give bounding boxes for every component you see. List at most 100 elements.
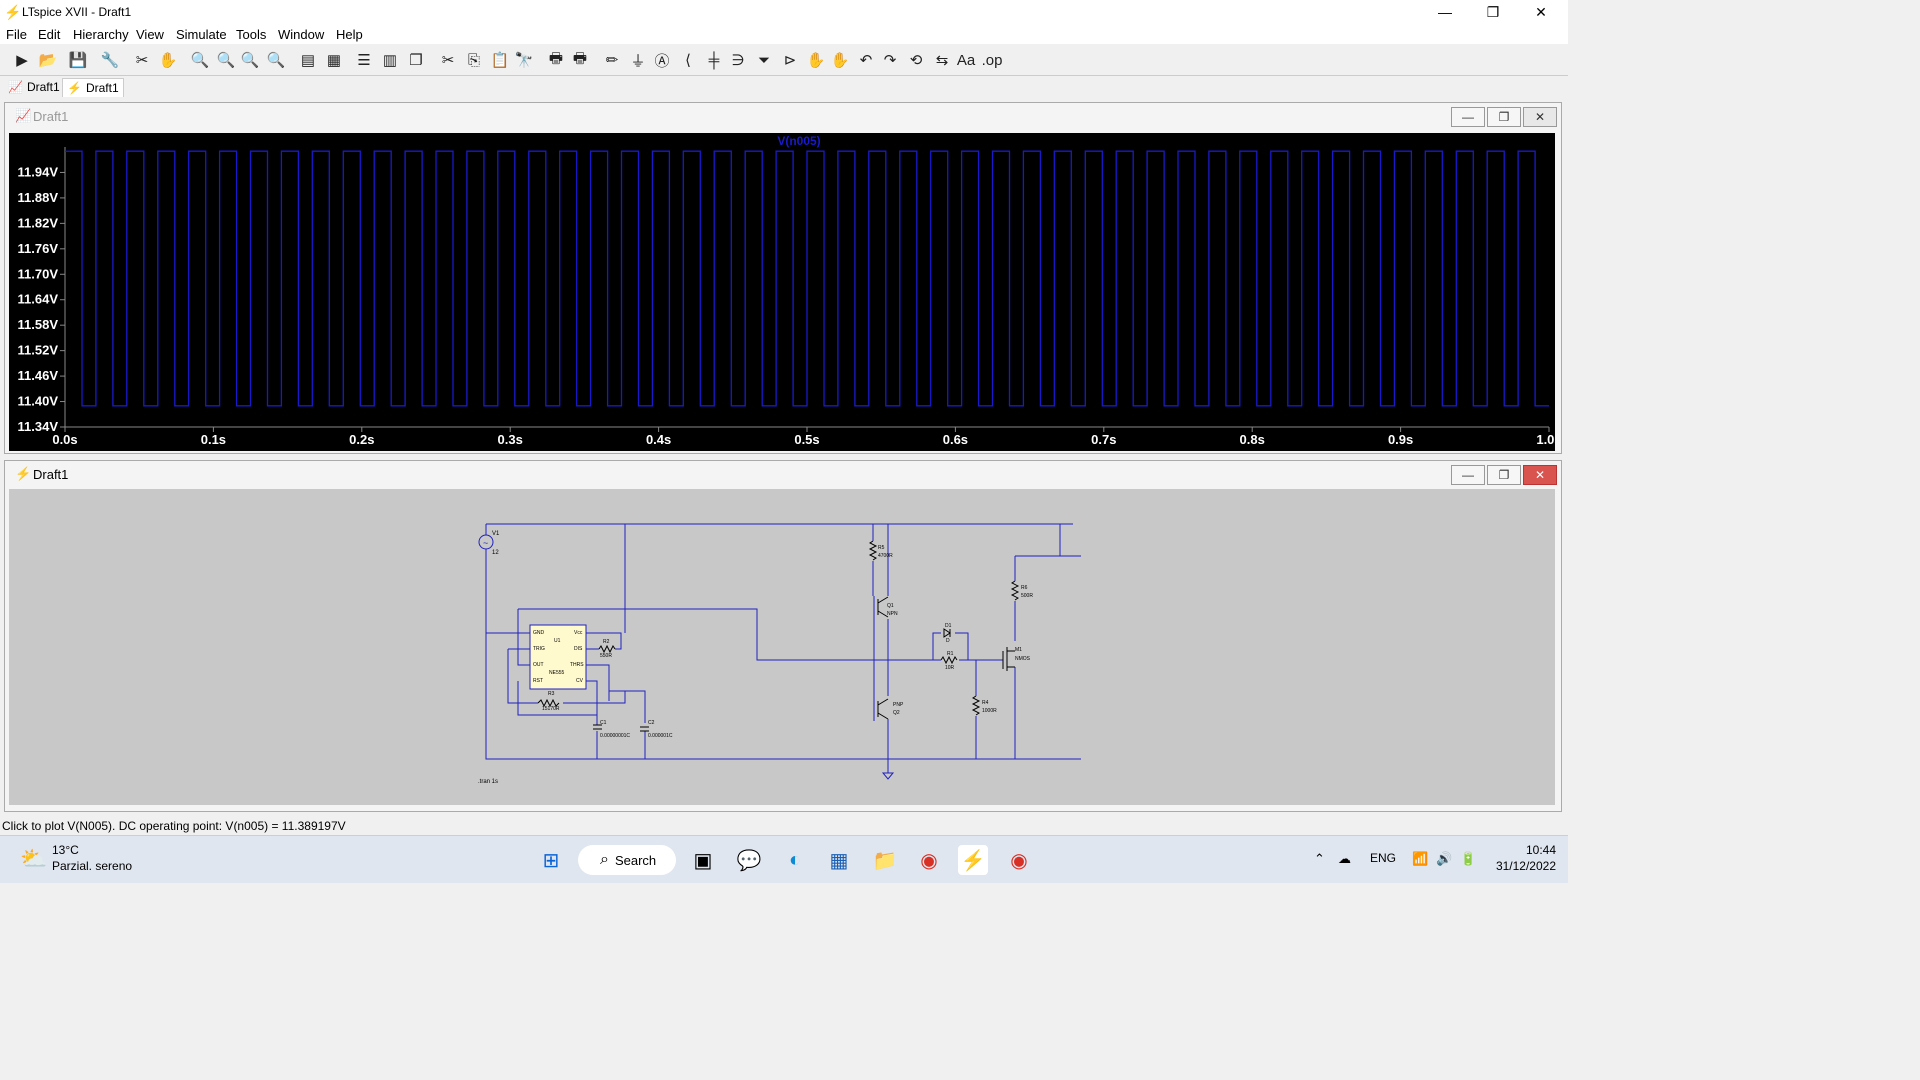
menu-simulate[interactable]: Simulate bbox=[176, 27, 227, 42]
menu-bar: File Edit Hierarchy View Simulate Tools … bbox=[0, 24, 1568, 44]
menu-edit[interactable]: Edit bbox=[38, 27, 60, 42]
resistor-r2[interactable]: R2 550R bbox=[598, 639, 616, 659]
chat-icon[interactable]: 💬 bbox=[734, 845, 764, 875]
resistor-r4[interactable]: R4 1000R bbox=[971, 695, 997, 716]
tile-horizontal-icon[interactable]: ☰ bbox=[354, 50, 374, 70]
redo-icon[interactable]: ↷ bbox=[880, 50, 900, 70]
ltspice-taskbar-icon[interactable]: ⚡ bbox=[958, 845, 988, 875]
x-tick-label: 0.5s bbox=[794, 432, 819, 447]
chrome-icon[interactable]: ◉ bbox=[914, 845, 944, 875]
drag-hand-icon[interactable]: ✋ bbox=[830, 50, 850, 70]
find-icon[interactable]: 🔭 bbox=[514, 50, 534, 70]
tab-waveform-draft1[interactable]: 📈 Draft1 bbox=[4, 78, 64, 96]
autorange-icon[interactable]: ▤ bbox=[298, 50, 318, 70]
wifi-icon[interactable]: 📶 bbox=[1412, 851, 1428, 867]
store-icon[interactable]: ▦ bbox=[824, 845, 854, 875]
print-preview-icon[interactable]: 🖶 bbox=[570, 50, 590, 70]
minimize-button[interactable]: — bbox=[1422, 0, 1468, 24]
capacitor-c1[interactable]: C1 0.00000001C bbox=[593, 720, 630, 739]
weather-desc[interactable]: Parzial. sereno bbox=[52, 859, 132, 873]
network-status-icon[interactable]: ☁ bbox=[1338, 851, 1351, 867]
draw-wire-icon[interactable]: ✏ bbox=[602, 50, 622, 70]
tile-vertical-icon[interactable]: ▥ bbox=[380, 50, 400, 70]
diode-icon[interactable]: ⏷ bbox=[754, 50, 774, 70]
trace-label[interactable]: V(n005) bbox=[777, 134, 820, 148]
paste-icon[interactable]: 📋 bbox=[490, 50, 510, 70]
close-button[interactable]: ✕ bbox=[1518, 0, 1564, 24]
grid-icon[interactable]: ▦ bbox=[324, 50, 344, 70]
resistor-r3[interactable]: R3 15170R bbox=[537, 691, 560, 712]
chrome-profile-icon[interactable]: ◉ bbox=[1004, 845, 1034, 875]
y-tick-label: 11.70V bbox=[18, 266, 59, 281]
voltage-source-v1[interactable]: ~ V1 12 bbox=[478, 531, 500, 556]
resistor-icon[interactable]: ⟨ bbox=[678, 50, 698, 70]
weather-icon[interactable]: ⛅ bbox=[20, 846, 47, 872]
control-panel-icon[interactable]: 🔧 bbox=[100, 50, 120, 70]
clock-date[interactable]: 31/12/2022 bbox=[1486, 859, 1556, 873]
mosfet-m1[interactable]: M1 NMOS bbox=[1002, 647, 1031, 671]
edge-browser-icon[interactable]: ◐ bbox=[780, 845, 810, 875]
run-icon[interactable]: ▶ bbox=[12, 50, 32, 70]
transistor-q1[interactable]: Q1 NPN bbox=[877, 596, 898, 618]
waveform-maximize-button[interactable]: ❐ bbox=[1487, 107, 1521, 127]
copy-icon[interactable]: ⎘ bbox=[464, 50, 484, 70]
schematic-close-button[interactable]: ✕ bbox=[1523, 465, 1557, 485]
text-icon[interactable]: Aa bbox=[956, 50, 976, 70]
zoom-pan-icon[interactable]: 🔍 bbox=[216, 50, 236, 70]
volume-icon[interactable]: 🔊 bbox=[1436, 851, 1452, 867]
ground-icon[interactable]: ⏚ bbox=[628, 50, 648, 70]
menu-window[interactable]: Window bbox=[278, 27, 324, 42]
inductor-icon[interactable]: ∋ bbox=[728, 50, 748, 70]
mirror-icon[interactable]: ⇆ bbox=[932, 50, 952, 70]
windows-start-icon[interactable]: ⊞ bbox=[536, 845, 566, 875]
label-net-icon[interactable]: Ⓐ bbox=[652, 50, 672, 70]
schematic-maximize-button[interactable]: ❐ bbox=[1487, 465, 1521, 485]
tab-schematic-draft1[interactable]: ⚡ Draft1 bbox=[62, 78, 124, 97]
capacitor-icon[interactable]: ╪ bbox=[704, 50, 724, 70]
menu-tools[interactable]: Tools bbox=[236, 27, 266, 42]
component-icon[interactable]: ⊳ bbox=[780, 50, 800, 70]
waveform-plot[interactable]: V(n005) 11.94V 11.88V 11.82V 11.76V 11.70V 11… bbox=[9, 133, 1555, 451]
ground-symbol[interactable] bbox=[881, 772, 895, 780]
clock-time[interactable]: 10:44 bbox=[1496, 843, 1556, 857]
zoom-fit-icon[interactable]: 🔍 bbox=[266, 50, 286, 70]
resistor-r5[interactable]: R5 4700R bbox=[868, 540, 893, 561]
halt-icon[interactable]: ✂ bbox=[132, 50, 152, 70]
zoom-out-icon[interactable]: 🔍 bbox=[240, 50, 260, 70]
transistor-q2[interactable]: PNP Q2 bbox=[877, 698, 904, 720]
rotate-icon[interactable]: ⟲ bbox=[906, 50, 926, 70]
task-view-icon[interactable]: ▣ bbox=[688, 845, 718, 875]
language-indicator[interactable]: ENG bbox=[1370, 851, 1396, 865]
search-box[interactable]: ⌕ Search bbox=[578, 845, 676, 875]
battery-icon[interactable]: 🔋 bbox=[1460, 851, 1476, 867]
save-icon[interactable]: 💾 bbox=[68, 50, 88, 70]
spice-directive-icon[interactable]: .op bbox=[982, 50, 1003, 70]
print-icon[interactable]: 🖶 bbox=[546, 50, 566, 70]
resistor-r6[interactable]: R6 500R bbox=[1010, 580, 1033, 601]
chevron-up-icon[interactable]: ⌃ bbox=[1314, 851, 1325, 867]
schematic-canvas[interactable]: ~ V1 12 U1 NE555 GND TRIG OUT RST Vcc DI… bbox=[9, 489, 1555, 805]
menu-file[interactable]: File bbox=[6, 27, 27, 42]
weather-temp[interactable]: 13°C bbox=[52, 843, 79, 857]
menu-hierarchy[interactable]: Hierarchy bbox=[73, 27, 129, 42]
schematic-minimize-button[interactable]: — bbox=[1451, 465, 1485, 485]
restore-button[interactable]: ❐ bbox=[1470, 0, 1516, 24]
pan-hand-icon[interactable]: ✋ bbox=[158, 50, 178, 70]
diode-d1[interactable]: D1 D bbox=[943, 623, 952, 644]
zoom-in-icon[interactable]: 🔍 bbox=[190, 50, 210, 70]
undo-icon[interactable]: ↶ bbox=[856, 50, 876, 70]
file-explorer-icon[interactable]: 📁 bbox=[870, 845, 900, 875]
menu-view[interactable]: View bbox=[136, 27, 164, 42]
cascade-icon[interactable]: ❐ bbox=[406, 50, 426, 70]
y-tick-label: 11.46V bbox=[18, 368, 59, 383]
ne555-timer-u1[interactable]: U1 NE555 GND TRIG OUT RST Vcc DIS THRS C… bbox=[529, 624, 587, 690]
waveform-minimize-button[interactable]: — bbox=[1451, 107, 1485, 127]
window-title: LTspice XVII - Draft1 bbox=[22, 5, 132, 19]
cut-icon[interactable]: ✂ bbox=[438, 50, 458, 70]
resistor-r1[interactable]: R1 10R bbox=[940, 651, 958, 671]
tran-directive[interactable]: .tran 1s bbox=[478, 779, 498, 785]
move-hand-icon[interactable]: ✋ bbox=[806, 50, 826, 70]
open-folder-icon[interactable]: 📂 bbox=[38, 50, 58, 70]
waveform-close-button[interactable]: ✕ bbox=[1523, 107, 1557, 127]
menu-help[interactable]: Help bbox=[336, 27, 363, 42]
